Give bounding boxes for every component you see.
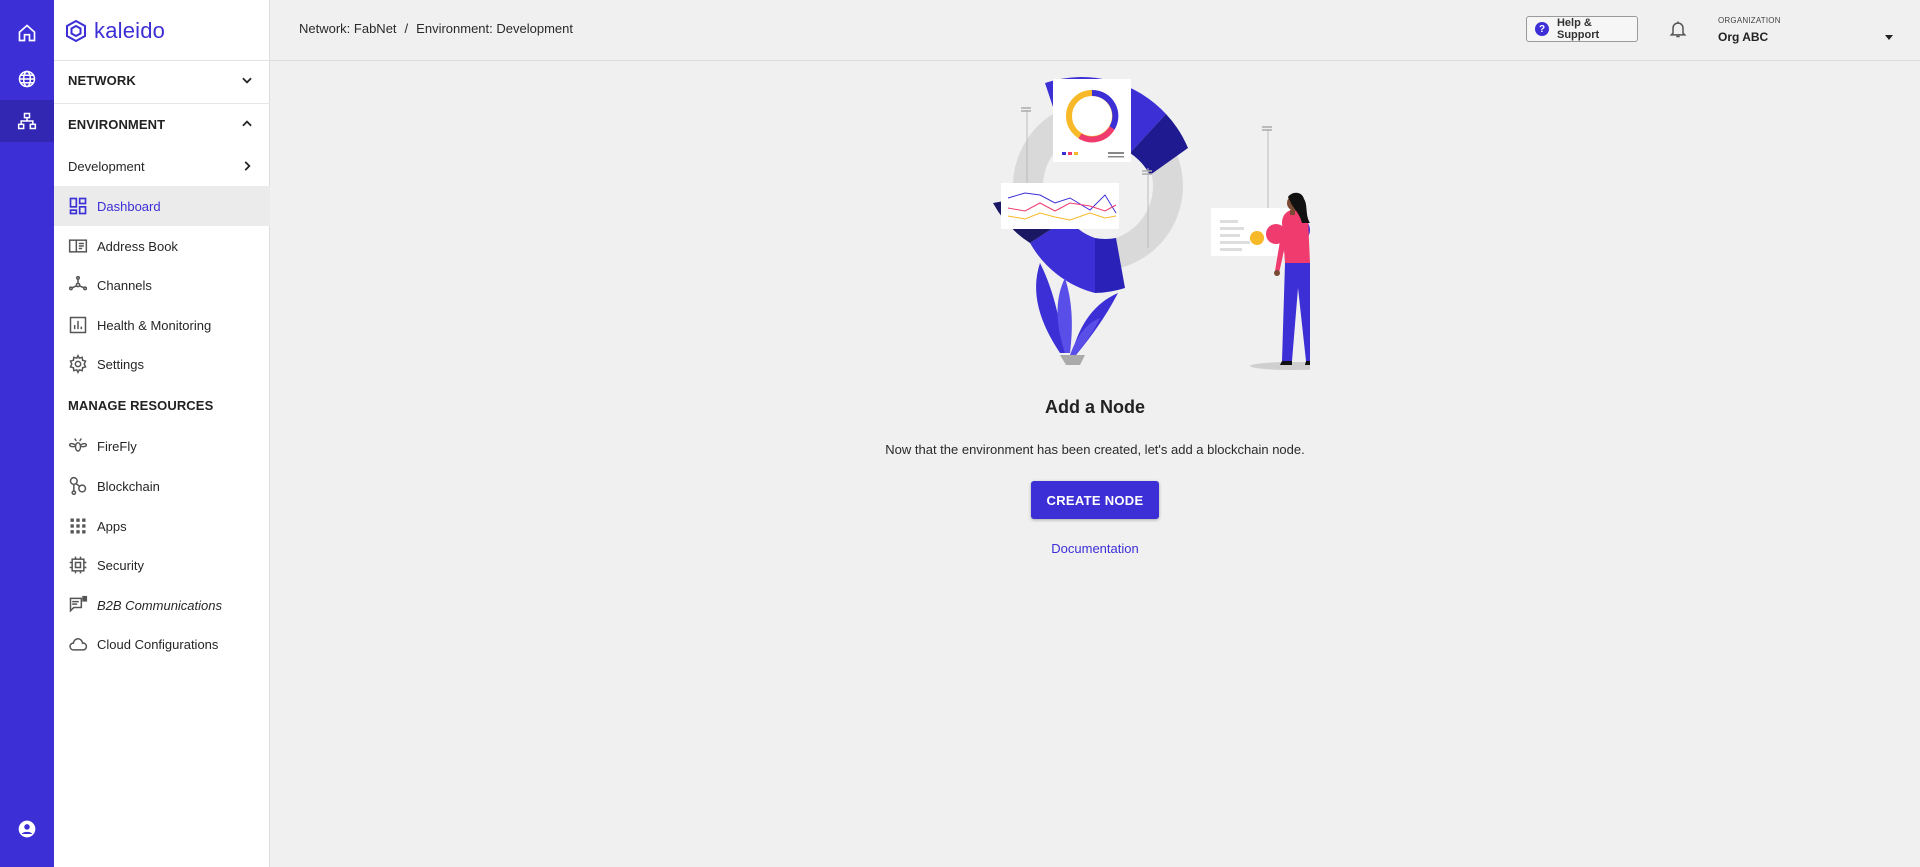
manage-resources-title: MANAGE RESOURCES: [68, 397, 214, 413]
sidebar-item-security[interactable]: Security: [54, 545, 270, 585]
top-header: Network: FabNet / Environment: Developme…: [270, 0, 1920, 61]
sidebar-item-label: Address Book: [97, 238, 178, 254]
sidebar-item-label: Cloud Configurations: [97, 636, 219, 652]
help-support-label: Help & Support: [1556, 17, 1600, 41]
b2b-chat-icon: [69, 595, 88, 613]
breadcrumb-network[interactable]: Network: FabNet: [299, 21, 397, 36]
breadcrumb: Network: FabNet / Environment: Developme…: [299, 21, 573, 36]
home-icon: [18, 24, 36, 42]
sidebar-item-b2b-communications[interactable]: B2B Communications: [54, 585, 270, 625]
documentation-link[interactable]: Documentation: [1051, 541, 1138, 556]
breadcrumb-separator: /: [404, 21, 409, 36]
rail-environment-button[interactable]: [0, 100, 54, 142]
sidebar-item-apps[interactable]: Apps: [54, 506, 270, 546]
environment-section-toggle[interactable]: ENVIRONMENT: [54, 104, 270, 144]
chevron-right-icon: [244, 161, 251, 171]
network-icon: [17, 112, 37, 130]
page-title: Add a Node: [1044, 397, 1145, 417]
add-node-illustration: [993, 77, 1310, 370]
sidebar-item-label: FireFly: [97, 438, 137, 454]
caret-down-icon[interactable]: [1884, 32, 1894, 42]
firefly-icon: [68, 438, 88, 452]
sidebar-item-settings[interactable]: Settings: [54, 344, 270, 384]
cloud-icon: [69, 638, 88, 651]
channels-icon: [68, 275, 88, 291]
sidebar: kaleido NETWORK ENVIRONMENT Development …: [54, 0, 270, 867]
help-support-button[interactable]: ? Help & Support: [1526, 16, 1638, 42]
network-section-title: NETWORK: [68, 72, 136, 88]
sidebar-item-label: Health & Monitoring: [97, 317, 212, 333]
network-section-toggle[interactable]: NETWORK: [54, 60, 270, 100]
kaleido-logo-icon: [66, 19, 86, 43]
main-content: Add a Node Now that the environment has …: [270, 61, 1920, 867]
sidebar-item-label: Security: [97, 557, 144, 573]
organization-selector[interactable]: Org ABC: [1718, 30, 1768, 44]
sidebar-item-health-monitoring[interactable]: Health & Monitoring: [54, 305, 270, 345]
sidebar-item-label: B2B Communications: [97, 597, 222, 613]
brand-name: kaleido: [94, 18, 166, 43]
security-chip-icon: [69, 556, 87, 574]
sidebar-item-label: Dashboard: [97, 198, 161, 214]
sidebar-item-address-book[interactable]: Address Book: [54, 226, 270, 266]
environment-selector[interactable]: Development: [54, 146, 270, 186]
environment-section-title: ENVIRONMENT: [68, 116, 166, 132]
apps-grid-icon: [70, 518, 86, 534]
sidebar-item-label: Settings: [97, 356, 144, 372]
create-node-button[interactable]: CREATE NODE: [1031, 481, 1159, 519]
chevron-up-icon: [242, 120, 252, 127]
sidebar-item-blockchain[interactable]: Blockchain: [54, 466, 270, 506]
health-monitoring-icon: [69, 316, 87, 334]
help-icon: ?: [1535, 22, 1549, 36]
sidebar-item-dashboard[interactable]: Dashboard: [54, 186, 270, 226]
sidebar-item-firefly[interactable]: FireFly: [54, 426, 270, 466]
sidebar-item-label: Blockchain: [97, 478, 160, 494]
rail-account-button[interactable]: [0, 808, 54, 850]
blockchain-icon: [69, 476, 87, 496]
account-circle-icon: [18, 820, 36, 838]
sidebar-item-channels[interactable]: Channels: [54, 265, 270, 305]
rail-home-button[interactable]: [0, 12, 54, 54]
address-book-icon: [68, 239, 88, 253]
globe-icon: [18, 70, 36, 88]
manage-resources-header: MANAGE RESOURCES: [54, 385, 270, 425]
sidebar-item-label: Channels: [97, 277, 152, 293]
gear-icon: [69, 354, 87, 374]
chevron-down-icon: [242, 77, 252, 84]
breadcrumb-environment[interactable]: Environment: Development: [416, 21, 573, 36]
dashboard-icon: [69, 197, 87, 215]
brand-logo[interactable]: kaleido: [64, 18, 165, 44]
bell-icon[interactable]: [1668, 19, 1688, 39]
icon-rail: [0, 0, 54, 867]
sidebar-item-cloud-configurations[interactable]: Cloud Configurations: [54, 624, 270, 664]
sidebar-item-label: Apps: [97, 518, 127, 534]
environment-name: Development: [68, 158, 145, 174]
rail-network-button[interactable]: [0, 58, 54, 100]
organization-caption: ORGANIZATION: [1718, 16, 1781, 25]
page-subtitle: Now that the environment has been create…: [885, 442, 1305, 457]
